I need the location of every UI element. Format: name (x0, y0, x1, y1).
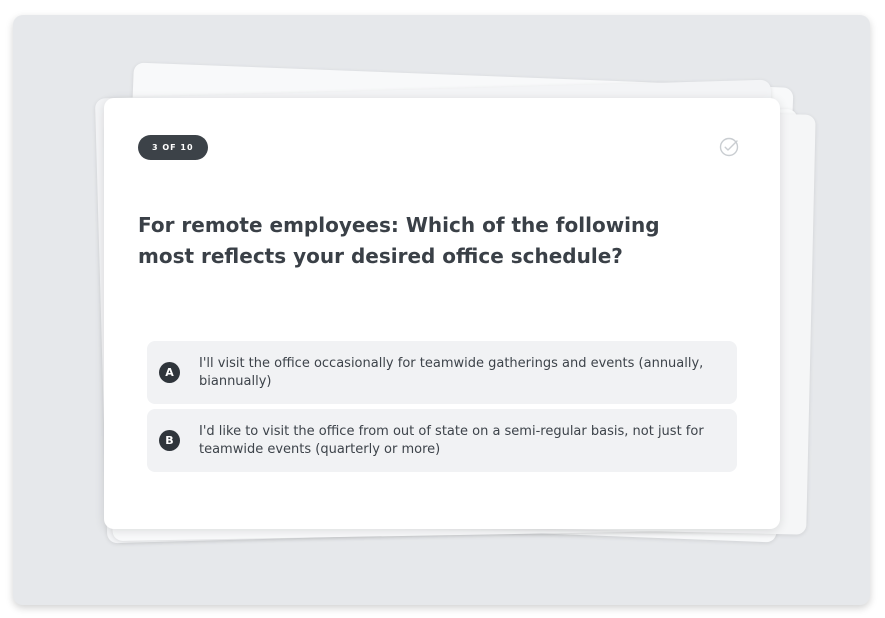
answer-options: A I'll visit the office occasionally for… (147, 341, 737, 477)
option-letter-badge: A (159, 362, 180, 383)
option-letter-badge: B (159, 430, 180, 451)
answer-option-b[interactable]: B I'd like to visit the office from out … (147, 409, 737, 472)
question-text: For remote employees: Which of the follo… (138, 213, 660, 268)
question-card: 3 OF 10 For remote employees: Which of t… (104, 98, 780, 529)
answer-option-a[interactable]: A I'll visit the office occasionally for… (147, 341, 737, 404)
option-text: I'll visit the office occasionally for t… (199, 355, 704, 389)
check-circle-icon (719, 137, 739, 157)
quiz-backdrop: 3 OF 10 For remote employees: Which of t… (13, 15, 870, 605)
progress-badge: 3 OF 10 (138, 135, 208, 160)
option-text: I'd like to visit the office from out of… (199, 423, 704, 457)
